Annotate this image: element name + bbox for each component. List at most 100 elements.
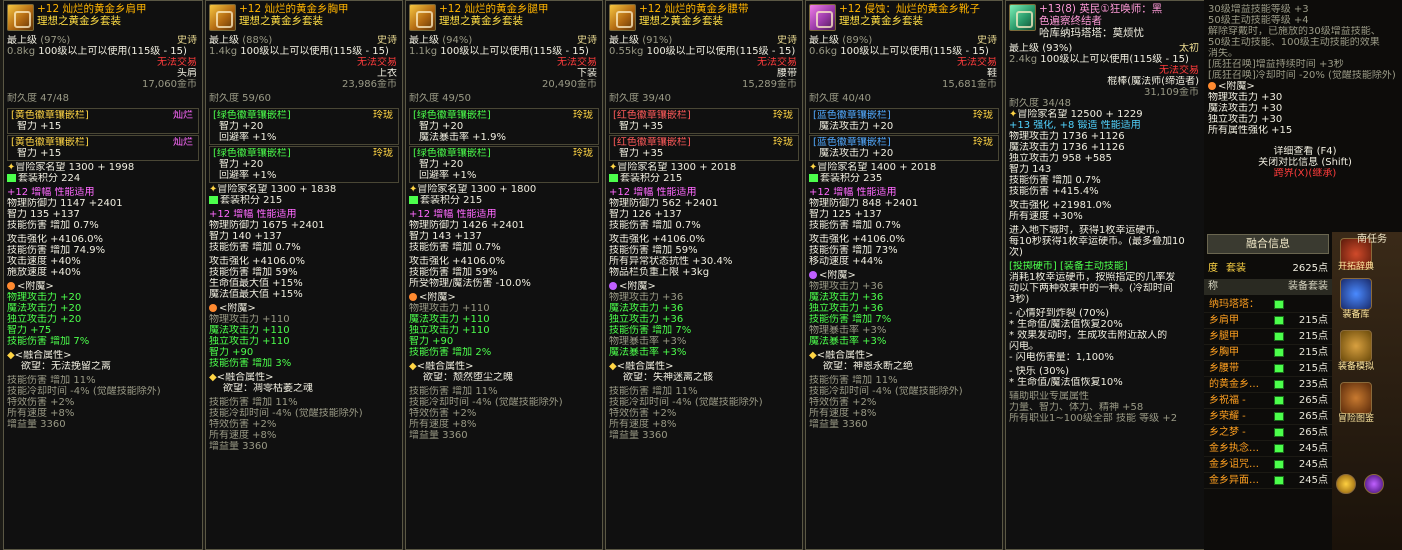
side-desc-line: [底狂召唤]冷却时间 -20% (觉醒技能除外) <box>1208 70 1396 81</box>
item-fame: ✦冒险家名望 1300 + 2018 <box>609 162 737 173</box>
item-tooltip-5: +12 侵蚀：灿烂的黄金乡靴子 理想之黄金乡套装 最上级 (89%) 史诗 0.6kg … <box>805 0 1003 550</box>
equip-sim-button[interactable] <box>1340 330 1372 362</box>
fusion-row-score: 215点 <box>1298 331 1328 342</box>
item-rarity: 史诗 <box>577 35 597 46</box>
item-weight: 1.1kg <box>409 46 438 57</box>
item-rarity: 史诗 <box>177 35 197 46</box>
item-fusion-stat: 增益量 3360 <box>609 430 668 441</box>
weapon-class-stat: 所有职业1~100级全部 技能 等级 +2 <box>1009 413 1178 424</box>
set-check-icon <box>1274 396 1284 405</box>
weapon-desc: 每10秒获得1枚幸运硬币。(最多叠加10 <box>1009 236 1185 247</box>
item-fusion-stat: 特效伤害 +2% <box>409 408 477 419</box>
set-check-icon <box>1274 348 1284 357</box>
item-weight: 0.6kg <box>809 46 838 57</box>
coin-icon[interactable] <box>1336 474 1356 494</box>
item-price: 15,289金币 <box>742 79 797 90</box>
fusion-row-name: 乡腿甲 <box>1209 331 1239 342</box>
item-option-stat: 攻击强化 +4106.0% <box>209 256 306 267</box>
item-price: 17,060金币 <box>142 79 197 90</box>
item-setscore: 套装积分 215 <box>409 195 599 206</box>
emblem-slot[interactable]: [绿色徽章镶嵌栏] 玲珑 智力 +20 魔法暴击率 +1.9% <box>409 108 599 145</box>
weapon-level: 最上级 <box>1009 43 1039 54</box>
set-check-icon <box>1274 300 1284 309</box>
fusion-row[interactable]: 纳玛塔塔： <box>1204 297 1332 313</box>
item-level: 最上级 <box>609 35 639 46</box>
item-option-stat: 攻击强化 +4106.0% <box>409 256 506 267</box>
item-set-name: 理想之黄金乡套装 <box>839 15 923 27</box>
item-weight: 0.8kg <box>7 46 36 57</box>
weapon-stat: 魔法攻击力 1736 +1126 <box>1009 142 1125 153</box>
fusion-row-name: 乡腰带 <box>1209 363 1239 374</box>
fusion-row[interactable]: 金乡诅咒… 245点 <box>1204 457 1332 473</box>
fusion-row[interactable]: 乡腰带 215点 <box>1204 361 1332 377</box>
fusion-row-name: 金乡诅咒… <box>1209 459 1259 470</box>
item-icon <box>209 4 236 31</box>
item-enchant-stat: 魔法攻击力 +20 <box>7 303 82 314</box>
emblem-slot-name: [绿色徽章镶嵌栏] <box>213 110 291 121</box>
item-slot: 头肩 <box>177 68 197 79</box>
item-tooltip-1: +12 灿烂的黄金乡肩甲 理想之黄金乡套装 最上级 (97%) 史诗 0.8kg 100… <box>3 0 203 550</box>
emblem-stat: 智力 +20 <box>419 159 464 170</box>
item-amplify: +12 增幅 性能适用 <box>7 187 95 198</box>
item-setscore: 套装积分 215 <box>209 195 399 206</box>
item-req: 100级以上可以使用(115级 - 15) <box>240 46 389 57</box>
emblem-stat: 魔法攻击力 +20 <box>819 121 894 132</box>
item-enchant-stat: 魔法攻击力 +110 <box>409 314 490 325</box>
item-enchant-header: <附魔> <box>809 270 999 281</box>
emblem-slot[interactable]: [蓝色徽章镶嵌栏] 玲珑 魔法攻击力 +20 <box>809 108 999 134</box>
emblem-slot[interactable]: [绿色徽章镶嵌栏] 玲珑 智力 +20 回避率 +1% <box>409 146 599 183</box>
item-fusion-stat: 技能冷却时间 -4% (觉醒技能除外) <box>609 397 763 408</box>
orb-icon[interactable] <box>1364 474 1384 494</box>
dictionary-label: 开拓辞典 <box>1337 262 1374 272</box>
emblem-slot[interactable]: [绿色徽章镶嵌栏] 玲珑 智力 +20 回避率 +1% <box>209 108 399 145</box>
side-enchant-stat: 魔法攻击力 +30 <box>1208 103 1283 114</box>
emblem-slot[interactable]: [蓝色徽章镶嵌栏] 玲珑 魔法攻击力 +20 <box>809 135 999 161</box>
emblem-slot[interactable]: [红色徽章镶嵌栏] 玲珑 智力 +35 <box>609 108 799 134</box>
item-option-stat: 生命值最大值 +15% <box>209 278 303 289</box>
item-amplify: +12 增幅 性能适用 <box>209 209 297 220</box>
fusion-row[interactable]: 的黄金乡… 235点 <box>1204 377 1332 393</box>
item-req: 100级以上可以使用(115级 - 15) <box>38 46 187 57</box>
fusion-row[interactable]: 乡腿甲 215点 <box>1204 329 1332 345</box>
item-fusion-stat: 增益量 3360 <box>209 441 268 452</box>
emblem-slot[interactable]: [黄色徽章镶嵌栏] 灿烂 智力 +15 <box>7 135 199 161</box>
close-compare-link[interactable]: 关闭对比信息 (Shift) <box>1208 157 1402 168</box>
fusion-row[interactable]: 乡荣耀 - 265点 <box>1204 409 1332 425</box>
item-enchant-stat: 技能伤害 增加 2% <box>409 347 492 358</box>
emblem-tag: 玲珑 <box>373 148 393 159</box>
fusion-row-score: 235点 <box>1298 379 1328 390</box>
item-weight: 0.55kg <box>609 46 644 57</box>
emblem-slot[interactable]: [绿色徽章镶嵌栏] 玲珑 智力 +20 回避率 +1% <box>209 146 399 183</box>
item-base-stat: 技能伤害 增加 0.7% <box>609 220 701 231</box>
item-desire: 欲望：无法挽留之离 <box>21 361 111 372</box>
side-enchant-stat: 独立攻击力 +30 <box>1208 114 1283 125</box>
item-fusion-stat: 特效伤害 +2% <box>7 397 75 408</box>
equip-storage-button[interactable] <box>1340 278 1372 310</box>
weapon-stat: 技能伤害 +415.4% <box>1009 186 1099 197</box>
fusion-row[interactable]: 乡之梦 - 265点 <box>1204 425 1332 441</box>
item-icon <box>7 4 34 31</box>
fusion-row-name: 金乡异面… <box>1209 475 1259 486</box>
fusion-row[interactable]: 乡祝福 - 265点 <box>1204 393 1332 409</box>
item-pct: (89%) <box>842 35 873 46</box>
item-price: 23,986金币 <box>342 79 397 90</box>
item-enchant-stat: 物理暴击率 +3% <box>809 325 887 336</box>
weapon-class-stat: 辅助职业专属属性 <box>1009 391 1089 402</box>
fusion-row[interactable]: 金乡执念… 245点 <box>1204 441 1332 457</box>
fusion-row[interactable]: 乡肩甲 215点 <box>1204 313 1332 329</box>
emblem-tag: 玲珑 <box>573 148 593 159</box>
emblem-slot-name: [绿色徽章镶嵌栏] <box>213 148 291 159</box>
fusion-row[interactable]: 金乡异面… 245点 <box>1204 473 1332 489</box>
emblem-slot[interactable]: [黄色徽章镶嵌栏] 灿烂 智力 +15 <box>7 108 199 134</box>
emblem-slot[interactable]: [红色徽章镶嵌栏] 玲珑 智力 +35 <box>609 135 799 161</box>
weapon-option: 所有速度 +30% <box>1009 211 1083 222</box>
emblem-tag: 玲珑 <box>973 110 993 121</box>
fusion-row[interactable]: 乡胸甲 215点 <box>1204 345 1332 361</box>
item-enchant-stat: 技能伤害 增加 7% <box>809 314 892 325</box>
emblem-stat-2: 回避率 +1% <box>419 170 477 181</box>
adventure-book-button[interactable] <box>1340 382 1372 414</box>
cross-inherit-link[interactable]: 跨界(X)(继承) <box>1208 168 1402 179</box>
item-title: +12 灿烂的黄金乡腰带 <box>639 3 749 15</box>
item-enchant-stat: 物理攻击力 +36 <box>809 281 884 292</box>
detail-view-link[interactable]: 详细查看 (F4) <box>1208 146 1402 157</box>
